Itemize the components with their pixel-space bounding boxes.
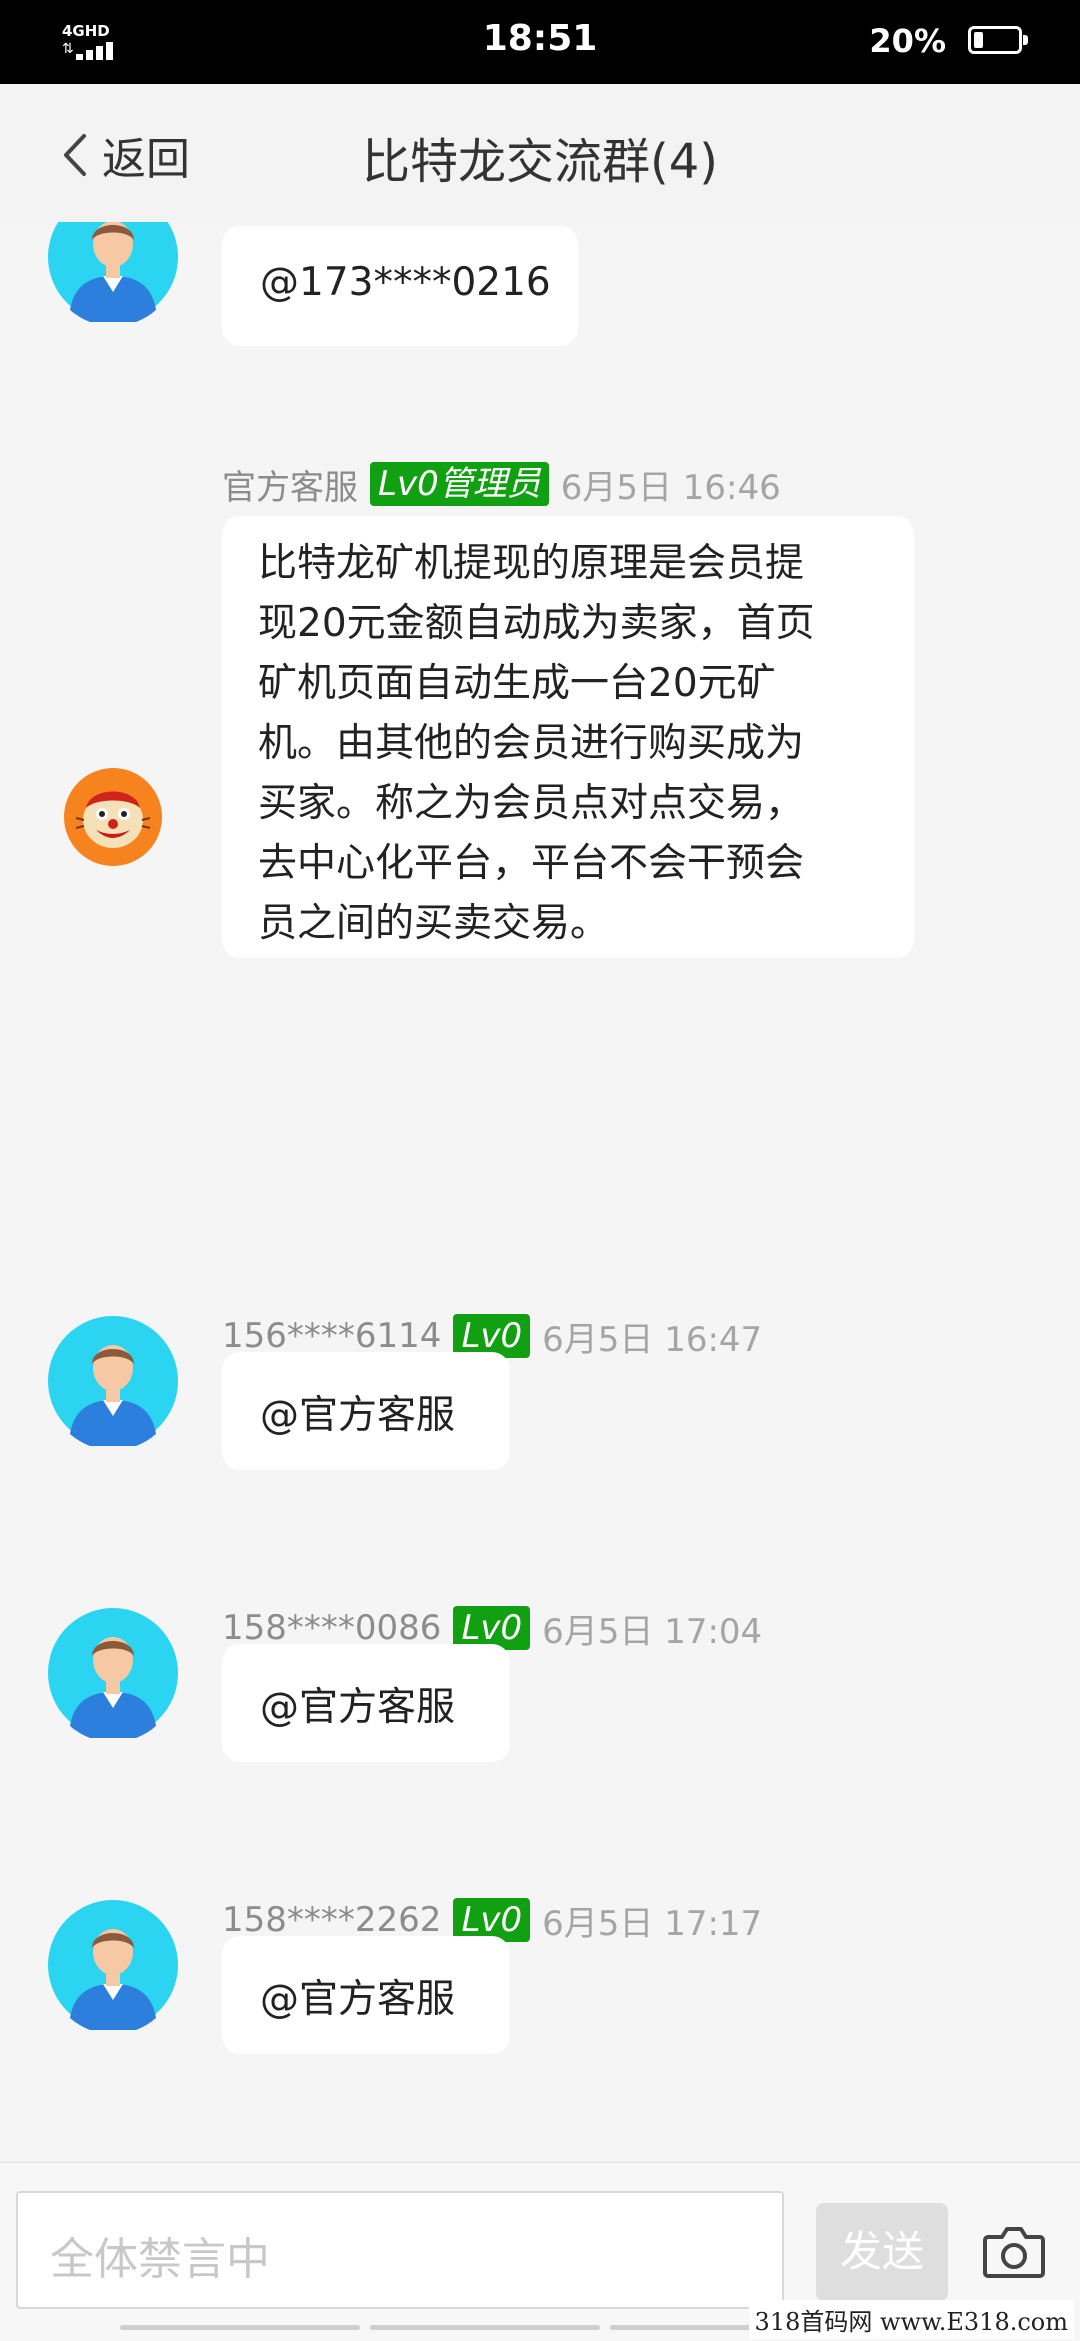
- message-line: 比特龙矿机提现的原理是会员提: [258, 541, 805, 586]
- battery-percent: 20%: [869, 22, 946, 60]
- page-title: 比特龙交流群(4): [362, 134, 718, 190]
- chat-list[interactable]: @173****0216 官方客服 Lv0管理员 6月5日 16:46 比特龙矿…: [0, 222, 1080, 2162]
- status-bar: 4GHD ⇅ 18:51 20%: [0, 0, 1080, 84]
- message-meta: 官方客服 Lv0管理员 6月5日 16:46: [222, 460, 781, 508]
- message-bubble[interactable]: @官方客服: [222, 1644, 510, 1762]
- sender-name: 158****2262: [222, 1900, 442, 1940]
- male-avatar-icon[interactable]: [48, 1608, 178, 1738]
- input-bar: 全体禁言中 发送 318首码网 www.E318.com: [0, 2162, 1080, 2341]
- input-placeholder: 全体禁言中: [50, 2234, 270, 2285]
- message-time: 6月5日 16:47: [542, 1319, 763, 1360]
- message-text: @173****0216: [260, 260, 551, 305]
- message-line: 矿机页面自动生成一台20元矿: [258, 661, 776, 706]
- message-text: @官方客服: [260, 1393, 456, 1438]
- message-time: 6月5日 17:04: [542, 1611, 763, 1652]
- sender-name: 158****0086: [222, 1608, 442, 1648]
- male-avatar-icon[interactable]: [48, 222, 178, 322]
- message-line: 员之间的买卖交易。: [258, 901, 610, 946]
- level-badge: Lv0管理员: [370, 462, 549, 506]
- sender-name: 156****6114: [222, 1316, 442, 1356]
- male-avatar-icon[interactable]: [48, 1316, 178, 1446]
- camera-icon[interactable]: [982, 2225, 1046, 2279]
- sender-name: 官方客服: [222, 467, 358, 508]
- message-text: @官方客服: [260, 1977, 456, 2022]
- message-text: @官方客服: [260, 1685, 456, 1730]
- message-line: 现20元金额自动成为卖家，首页: [258, 601, 815, 646]
- male-avatar-icon[interactable]: [48, 1900, 178, 2030]
- watermark: 318首码网 www.E318.com: [748, 2300, 1074, 2339]
- battery-icon: [968, 26, 1028, 54]
- message-bubble[interactable]: @官方客服: [222, 1936, 510, 2054]
- nav-bar: 返回 比特龙交流群(4): [0, 84, 1080, 222]
- message-line: 去中心化平台，平台不会干预会: [258, 841, 805, 886]
- message-line: 买家。称之为会员点对点交易，: [258, 781, 805, 826]
- message-bubble[interactable]: 比特龙矿机提现的原理是会员提 现20元金额自动成为卖家，首页 矿机页面自动生成一…: [222, 516, 914, 958]
- message-time: 6月5日 16:46: [560, 467, 781, 508]
- message-time: 6月5日 17:17: [542, 1903, 763, 1944]
- send-button[interactable]: 发送: [816, 2203, 948, 2301]
- message-input[interactable]: 全体禁言中: [16, 2191, 784, 2309]
- message-bubble[interactable]: @官方客服: [222, 1352, 510, 1470]
- lion-avatar-icon[interactable]: [64, 768, 162, 866]
- message-line: 机。由其他的会员进行购买成为: [258, 721, 805, 766]
- message-bubble[interactable]: @173****0216: [222, 226, 578, 346]
